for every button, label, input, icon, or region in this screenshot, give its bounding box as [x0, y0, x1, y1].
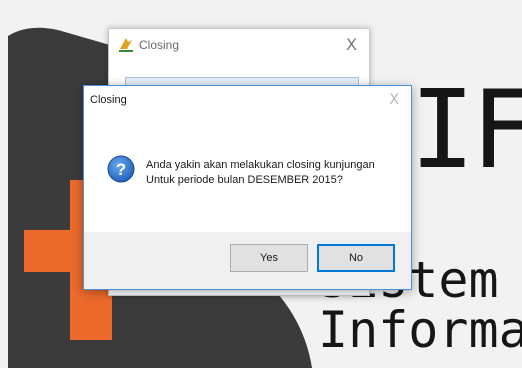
- back-window-title: Closing: [139, 38, 180, 52]
- left-margin: [0, 0, 8, 368]
- back-window-close-icon[interactable]: X: [346, 35, 357, 54]
- dialog-message-line-2: Untuk periode bulan DESEMBER 2015?: [146, 174, 343, 186]
- logo-text: IF: [410, 68, 522, 193]
- dialog-close-icon[interactable]: X: [389, 92, 399, 108]
- dialog-title: Closing: [90, 94, 127, 106]
- svg-text:?: ?: [116, 160, 126, 179]
- question-icon: ?: [106, 154, 136, 184]
- dialog-message-line-1: Anda yakin akan melakukan closing kunjun…: [146, 159, 375, 171]
- confirm-closing-dialog: Closing X ? Anda yakin akan melakukan cl…: [83, 85, 412, 290]
- app-logo-icon: [117, 35, 135, 57]
- no-button[interactable]: No: [317, 244, 395, 272]
- subtitle-line-2: Informa: [318, 301, 522, 359]
- yes-button[interactable]: Yes: [230, 244, 308, 272]
- dialog-message: Anda yakin akan melakukan closing kunjun…: [146, 158, 404, 188]
- dialog-titlebar: Closing X: [84, 86, 411, 114]
- dialog-footer: Yes No: [84, 232, 411, 289]
- dialog-body: ? Anda yakin akan melakukan closing kunj…: [84, 114, 411, 232]
